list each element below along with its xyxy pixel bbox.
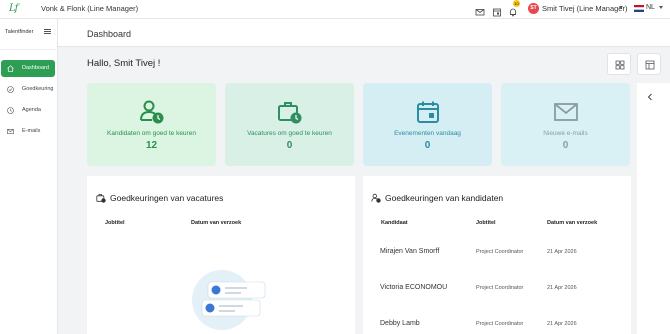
sidebar-item-label: Goedkeuring [22, 86, 54, 92]
card-value: 0 [424, 140, 431, 151]
request-date: 21 Apr 2026 [547, 321, 577, 327]
sidebar-item-dashboard[interactable]: Dashboard [1, 60, 55, 77]
hamburger-menu-icon[interactable] [44, 29, 51, 34]
page-title: Dashboard [87, 29, 132, 39]
candidate-jobtitle: Project Coordinator [476, 285, 524, 291]
mail-icon [7, 128, 14, 135]
user-clock-icon [371, 193, 381, 203]
card-value: 0 [562, 140, 569, 151]
sidebar-item-goedkeuring[interactable]: Goedkeuring [1, 81, 55, 98]
side-panel [637, 83, 670, 334]
grid-icon [615, 60, 625, 70]
user-clock-icon [139, 100, 163, 124]
candidate-jobtitle: Project Coordinator [476, 321, 524, 327]
sidebar-item-label: E-mails [22, 128, 41, 134]
table-view-button[interactable] [637, 53, 661, 75]
user-menu-label[interactable]: Smit Tivej (Line Manager) [542, 4, 627, 13]
column-header-jobtitle: Jobtitel [105, 220, 125, 226]
app-logo[interactable]: Lf [9, 3, 18, 14]
chevron-left-icon[interactable] [647, 93, 653, 101]
sidebar-item-emails[interactable]: E-mails [1, 123, 55, 140]
panel-title: Goedkeuringen van kandidaten [385, 193, 504, 203]
column-header-jobtitle: Jobtitel [476, 220, 496, 226]
calendar-icon [416, 101, 439, 123]
column-header-date: Datum van verzoek [191, 220, 242, 226]
card-label: Evenementen vandaag [394, 130, 461, 137]
flag-nl-icon[interactable] [634, 5, 644, 12]
stat-card-events[interactable]: Evenementen vandaag 0 [363, 83, 492, 166]
panel-title: Goedkeuringen van vacatures [110, 193, 224, 203]
grid-view-button[interactable] [607, 53, 631, 75]
candidate-name[interactable]: Debby Lamb [380, 320, 420, 327]
top-bar: Lf Vonk & Flonk (Line Manager) 10 ST Smi… [0, 0, 670, 19]
stat-card-vacancies[interactable]: Vacatures om goed te keuren 0 [225, 83, 354, 166]
candidate-approvals-panel: Goedkeuringen van kandidaten Kandidaat J… [363, 176, 631, 334]
chevron-down-icon[interactable] [619, 6, 623, 9]
stat-card-emails[interactable]: Nieuwe e-mails 0 [501, 83, 630, 166]
home-icon [7, 65, 14, 72]
divider [0, 49, 58, 50]
notification-badge: 10 [513, 0, 520, 7]
card-label: Kandidaten om goed te keuren [107, 130, 196, 137]
calendar-small-icon[interactable] [492, 4, 502, 17]
empty-state-illustration [192, 270, 266, 330]
table-icon [645, 60, 655, 70]
language-label[interactable]: NL [646, 4, 655, 11]
briefcase-clock-icon [96, 194, 106, 203]
candidate-name[interactable]: Victoria ECONOMOU [380, 284, 447, 291]
candidate-name[interactable]: Mirajen Van Smorff [380, 248, 439, 255]
column-header-candidate: Kandidaat [381, 220, 408, 226]
candidate-jobtitle: Project Coordinator [476, 249, 524, 255]
company-name: Vonk & Flonk (Line Manager) [41, 4, 139, 13]
column-header-date: Datum van verzoek [547, 220, 598, 226]
clock-icon [7, 107, 14, 114]
chevron-down-icon[interactable] [659, 6, 663, 9]
card-value: 12 [145, 140, 158, 151]
check-circle-icon [7, 86, 14, 93]
greeting: Hallo, Smit Tivej ! [87, 58, 161, 69]
mail-icon[interactable] [475, 4, 485, 16]
request-date: 21 Apr 2026 [547, 285, 577, 291]
sidebar-item-agenda[interactable]: Agenda [1, 102, 55, 119]
request-date: 21 Apr 2026 [547, 249, 577, 255]
sidebar-item-label: Agenda [22, 107, 41, 113]
card-label: Nieuwe e-mails [543, 130, 588, 137]
card-label: Vacatures om goed te keuren [247, 130, 332, 137]
card-value: 0 [286, 140, 293, 151]
sidebar: Talentfinder Dashboard Goedkeuring Agend… [0, 19, 58, 334]
envelope-icon [553, 103, 578, 121]
briefcase-clock-icon [277, 102, 301, 124]
sidebar-brand: Talentfinder [5, 29, 34, 35]
sidebar-item-label: Dashboard [22, 65, 49, 71]
avatar[interactable]: ST [528, 3, 539, 14]
stat-card-candidates[interactable]: Kandidaten om goed te keuren 12 [87, 83, 216, 166]
page-header: Dashboard [58, 19, 670, 47]
